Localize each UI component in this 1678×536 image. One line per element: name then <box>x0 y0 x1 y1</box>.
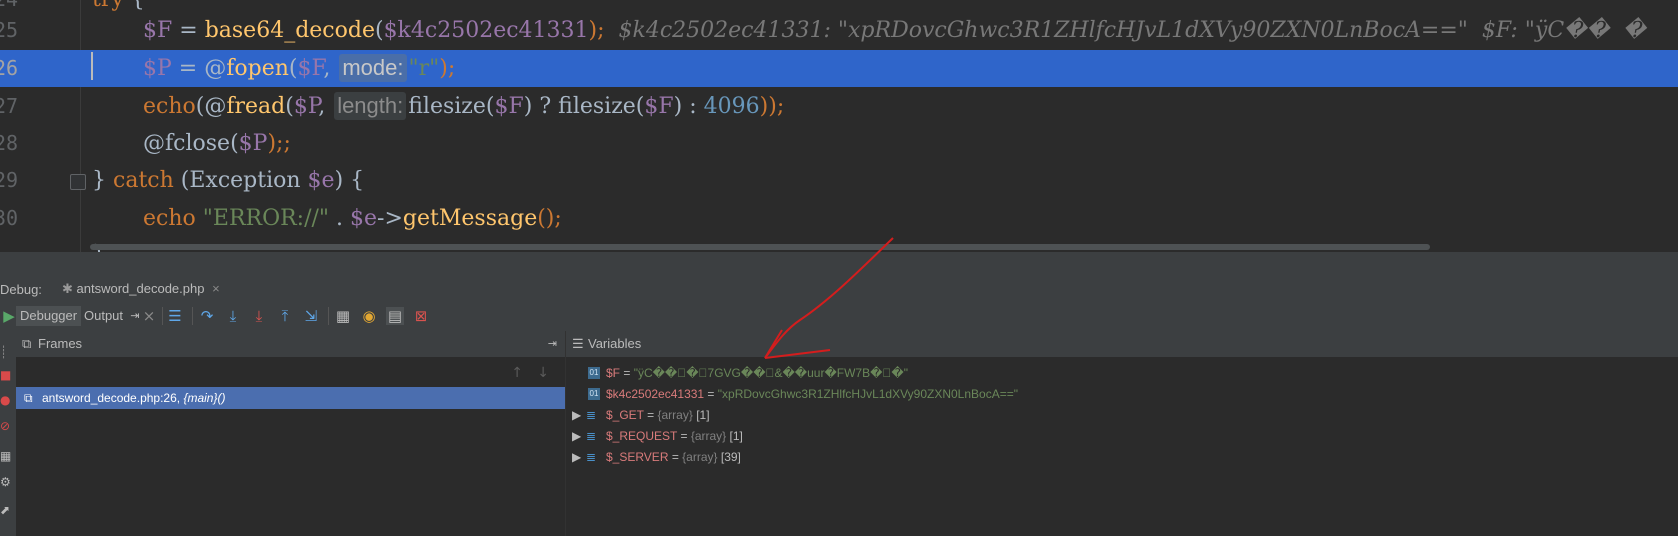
debug-label: Debug: <box>0 282 42 297</box>
code-line-25[interactable]: 25 $F = base64_decode($k4c2502ec41331); … <box>0 12 1678 49</box>
expand-arrow-icon[interactable]: ▶ <box>572 447 581 468</box>
hide-icon[interactable]: ⇥ <box>548 331 557 357</box>
pin-tab-icon[interactable]: ⬈ <box>0 503 10 517</box>
code-line-26-current[interactable]: 26 $P = @fopen($F, mode: "r"); <box>0 50 1678 87</box>
debug-tool-window-border <box>0 252 1678 277</box>
variables-panel: ☰ Variables 01 $F = "ÿC�� � 7GVG�� &��uu… <box>566 331 1678 536</box>
stop-icon[interactable]: ■ <box>0 368 11 382</box>
toolbar-separator <box>328 307 329 325</box>
code-editor[interactable]: 24 try { 25 $F = base64_decode($k4c2502e… <box>0 0 1678 252</box>
frame-location: antsword_decode.php:26, <box>42 391 184 405</box>
horizontal-scrollbar[interactable] <box>90 244 1430 250</box>
fold-marker-icon[interactable] <box>70 174 86 190</box>
debug-tab-bar: Debug: ✱ antsword_decode.php × <box>0 277 1678 301</box>
variables-icon: ☰ <box>572 336 584 351</box>
gear-icon[interactable]: ⚙ <box>0 475 11 489</box>
step-over-icon[interactable]: ↷ <box>198 307 216 325</box>
inline-debug-value: $k4c2502ec41331: "xpRDovcGhwc3R1ZHlfcHJv… <box>618 18 1646 43</box>
arrow-down-icon[interactable]: ↓ <box>537 365 549 381</box>
variable-row-F[interactable]: 01 $F = "ÿC�� � 7GVG�� &��uur�FW7B� �" <box>566 363 1678 384</box>
array-type-icon: ≣ <box>586 450 597 464</box>
rerun-icon[interactable]: ┊ <box>0 345 7 359</box>
code-line-27[interactable]: 27 echo(@fread($P, length: filesize($F) ?… <box>0 88 1678 125</box>
variables-title: Variables <box>588 336 642 351</box>
line-number: 25 <box>0 18 19 42</box>
watch-icon[interactable]: ◉ <box>360 307 378 325</box>
line-number: 27 <box>0 94 19 118</box>
frame-row-selected[interactable]: ⧉ antsword_decode.php:26, {main}() <box>16 387 565 409</box>
step-out-icon[interactable]: ⤒ <box>276 307 294 325</box>
line-number: 30 <box>0 206 19 230</box>
line-number: 26 <box>0 56 19 80</box>
evaluate-expression-icon[interactable]: ▦ <box>334 307 352 325</box>
step-into-icon[interactable]: ⤓ <box>224 307 242 325</box>
tab-output[interactable]: Output <box>84 306 123 326</box>
array-type-icon: ≣ <box>586 429 597 443</box>
bug-icon: ✱ <box>62 281 73 296</box>
array-type-icon: ≣ <box>586 408 597 422</box>
force-step-into-icon[interactable]: ⤓ <box>250 307 268 325</box>
mute-breakpoints-icon[interactable]: ⊠ <box>412 307 430 325</box>
arrow-up-icon[interactable]: ↑ <box>511 365 523 381</box>
show-values-inline-icon[interactable]: ▤ <box>386 307 404 325</box>
debug-toolbar: ▶ Debugger Output ⇥ × ☰ ↷ ⤓ ⤓ ⤒ ⇲ ▦ ◉ ▤ … <box>0 301 1678 332</box>
frames-panel: ⧉ Frames ⇥ ↑ ↓ ⧉ antsword_decode.php:26,… <box>16 331 566 536</box>
debug-side-toolbar: ┊ ■ ● ⊘ ▦ ⚙ ⬈ <box>0 331 16 536</box>
parameter-hint-mode: mode: <box>339 54 407 82</box>
frame-context: {main}() <box>183 391 226 405</box>
expand-arrow-icon[interactable]: ▶ <box>572 405 581 426</box>
line-number: 29 <box>0 168 19 192</box>
debug-session-tab-label: antsword_decode.php <box>76 281 205 296</box>
expand-arrow-icon[interactable]: ▶ <box>572 426 581 447</box>
line-number: 28 <box>0 131 19 155</box>
code-line-29[interactable]: 29 } catch (Exception $e) { <box>0 162 1678 199</box>
try-keyword: try <box>92 0 124 12</box>
variables-header: ☰ Variables <box>566 331 1678 357</box>
close-icon[interactable]: × <box>212 281 220 296</box>
frames-header: ⧉ Frames ⇥ <box>16 331 565 357</box>
variable-row-SERVER[interactable]: ▶ ≣ $_SERVER = {array} [39] <box>566 447 1678 468</box>
show-execution-point-icon[interactable]: ☰ <box>166 307 184 325</box>
code-line-28[interactable]: 28 @fclose($P);; <box>0 125 1678 162</box>
mute-icon[interactable]: ⊘ <box>0 419 10 433</box>
toolbar-separator <box>162 307 163 325</box>
variable-row-k4c2502ec41331[interactable]: 01 $k4c2502ec41331 = "xpRDovcGhwc3R1ZHlf… <box>566 384 1678 405</box>
variable-row-GET[interactable]: ▶ ≣ $_GET = {array} [1] <box>566 405 1678 426</box>
layout-icon[interactable]: ▦ <box>0 449 11 463</box>
run-to-cursor-icon[interactable]: ⇲ <box>302 307 320 325</box>
variable-row-REQUEST[interactable]: ▶ ≣ $_REQUEST = {array} [1] <box>566 426 1678 447</box>
string-type-icon: 01 <box>588 388 600 400</box>
tab-debugger[interactable]: Debugger <box>16 306 82 326</box>
frames-icon: ⧉ <box>22 336 32 351</box>
frame-icon: ⧉ <box>24 391 33 405</box>
parameter-hint-length: length: <box>334 92 407 120</box>
string-type-icon: 01 <box>588 367 600 379</box>
close-tab-icon[interactable]: × <box>140 307 158 325</box>
code-line-30[interactable]: 30 echo "ERROR://" . $e->getMessage(); <box>0 200 1678 237</box>
toolbar-separator <box>192 307 193 325</box>
debug-session-tab[interactable]: ✱ antsword_decode.php × <box>54 277 228 301</box>
text-caret <box>91 52 93 80</box>
frames-title: Frames <box>38 336 83 351</box>
view-breakpoints-icon[interactable]: ● <box>0 393 10 407</box>
